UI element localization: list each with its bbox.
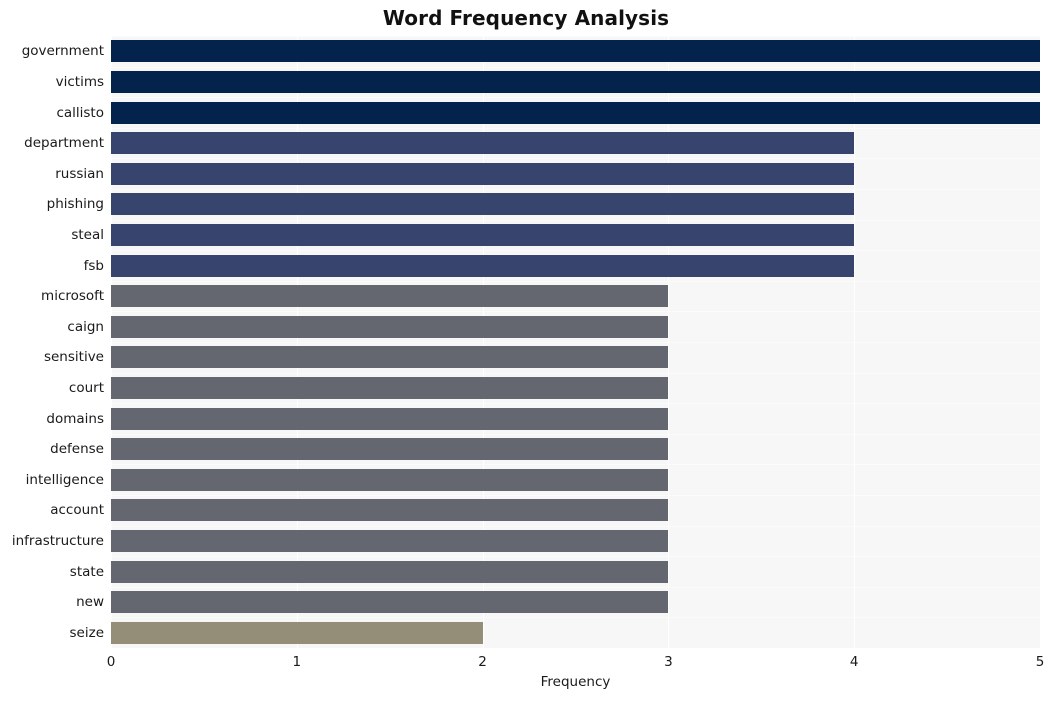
y-tick-label-domains: domains [46, 410, 104, 427]
y-tick-label-seize: seize [69, 624, 104, 641]
bar-defense [111, 438, 669, 461]
y-tick-label-state: state [69, 563, 104, 580]
bar-infrastructure [111, 529, 669, 552]
gridline-horizontal-6 [111, 220, 1040, 221]
bar-russian [111, 162, 855, 185]
x-tick-label-5: 5 [1035, 654, 1045, 670]
gridline-horizontal-9 [111, 311, 1040, 312]
gridline-horizontal-10 [111, 342, 1040, 343]
bar-government [111, 40, 1040, 63]
y-tick-label-intelligence: intelligence [25, 471, 104, 488]
bar-fsb [111, 254, 855, 277]
y-axis: government victims callisto department russi… [0, 36, 104, 648]
bar-state [111, 560, 669, 583]
bar-account [111, 499, 669, 522]
plot-area [111, 36, 1040, 648]
bar-caign [111, 315, 669, 338]
bar-court [111, 376, 669, 399]
gridline-horizontal-2 [111, 97, 1040, 98]
y-tick-label-government: government [21, 43, 104, 60]
y-tick-label-sensitive: sensitive [43, 349, 104, 366]
y-tick-label-account: account [50, 502, 104, 519]
bar-steal [111, 223, 855, 246]
y-tick-label-steal: steal [71, 226, 104, 243]
x-tick-label-0: 0 [106, 654, 116, 670]
y-tick-label-russian: russian [55, 165, 104, 182]
bar-microsoft [111, 285, 669, 308]
gridline-horizontal-17 [111, 556, 1040, 557]
y-tick-label-defense: defense [50, 441, 104, 458]
x-tick-label-1: 1 [292, 654, 302, 670]
gridline-horizontal-5 [111, 189, 1040, 190]
x-tick-label-2: 2 [478, 654, 487, 670]
gridline-horizontal-18 [111, 587, 1040, 588]
page-title: Word Frequency Analysis [382, 6, 670, 30]
bar-callisto [111, 101, 1040, 124]
bar-seize [111, 621, 483, 644]
y-tick-label-infrastructure: infrastructure [11, 532, 104, 549]
bar-new [111, 591, 669, 614]
gridline-horizontal-1 [111, 67, 1040, 68]
bar-intelligence [111, 468, 669, 491]
gridline-horizontal-8 [111, 281, 1040, 282]
y-tick-label-microsoft: microsoft [41, 288, 104, 305]
gridline-horizontal-19 [111, 617, 1040, 618]
y-tick-label-new: new [76, 594, 104, 611]
gridline-horizontal-13 [111, 434, 1040, 435]
bar-department [111, 132, 855, 155]
gridline-horizontal-11 [111, 373, 1040, 374]
bar-sensitive [111, 346, 669, 369]
gridline-horizontal-3 [111, 128, 1040, 129]
y-tick-label-phishing: phishing [46, 196, 104, 213]
gridline-horizontal-15 [111, 495, 1040, 496]
y-tick-label-callisto: callisto [56, 104, 104, 121]
x-tick-label-4: 4 [849, 654, 859, 670]
chart-figure: Word Frequency Analysis government victim… [0, 0, 1052, 701]
bar-phishing [111, 193, 855, 216]
x-axis-label: Frequency [540, 674, 611, 690]
gridline-horizontal-7 [111, 250, 1040, 251]
bar-domains [111, 407, 669, 430]
gridline-horizontal-0 [111, 36, 1040, 37]
y-tick-label-victims: victims [55, 73, 104, 90]
y-tick-label-court: court [68, 379, 104, 396]
y-tick-label-department: department [24, 135, 104, 152]
gridline-horizontal-12 [111, 403, 1040, 404]
y-tick-label-caign: caign [67, 318, 104, 335]
bar-victims [111, 70, 1040, 93]
gridline-horizontal-14 [111, 464, 1040, 465]
gridline-horizontal-4 [111, 158, 1040, 159]
gridline-horizontal-16 [111, 526, 1040, 527]
y-tick-label-fsb: fsb [83, 257, 104, 274]
x-tick-label-3: 3 [664, 654, 673, 670]
